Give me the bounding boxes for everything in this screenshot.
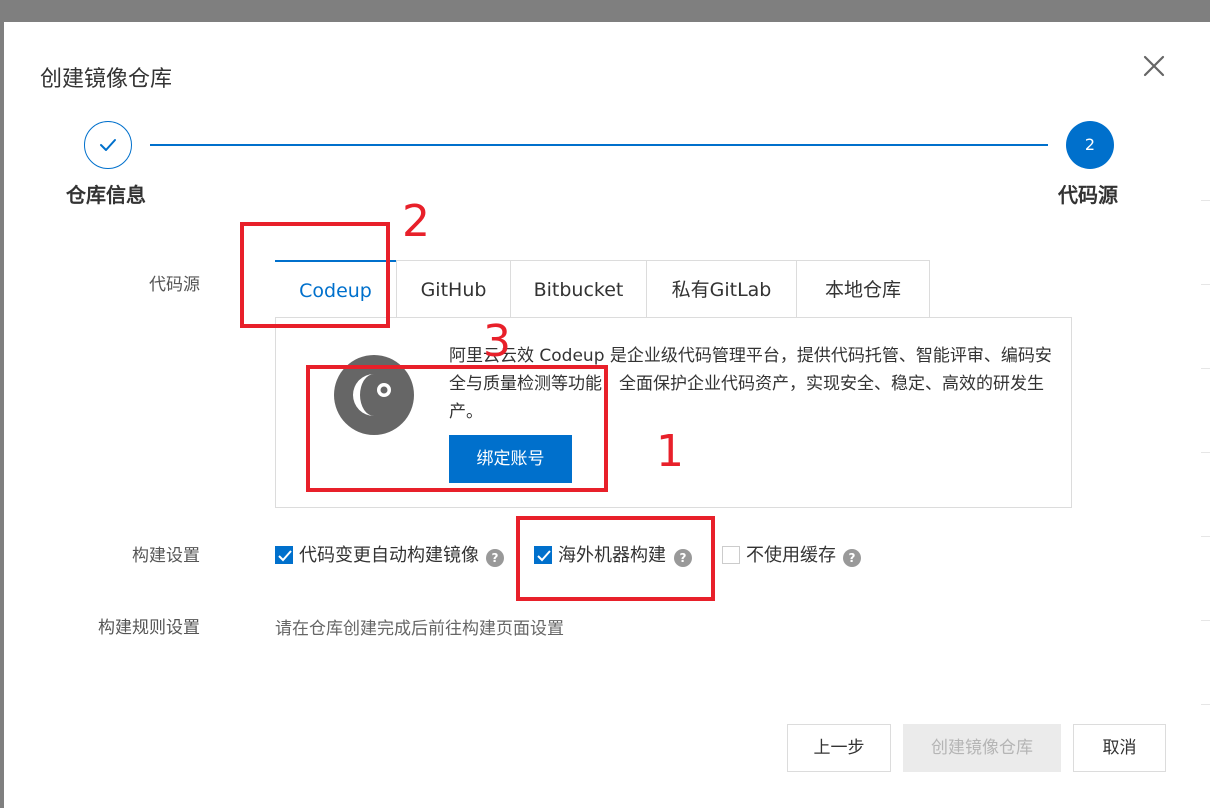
tab-local-repo[interactable]: 本地仓库: [796, 260, 930, 318]
annotation-number-2: 2: [402, 196, 430, 247]
tab-bitbucket[interactable]: Bitbucket: [510, 260, 647, 318]
check-icon: [100, 139, 116, 151]
auto-build-label: 代码变更自动构建镜像: [299, 545, 479, 566]
cancel-button[interactable]: 取消: [1073, 724, 1166, 772]
annotation-box-1: [516, 516, 715, 601]
annotation-box-2: [240, 222, 390, 328]
background-page: [1201, 22, 1210, 808]
annotation-number-3: 3: [483, 316, 511, 367]
create-repo-button[interactable]: 创建镜像仓库: [903, 724, 1061, 772]
tab-github[interactable]: GitHub: [396, 260, 511, 318]
auto-build-checkbox[interactable]: [275, 546, 293, 564]
help-icon[interactable]: ?: [486, 549, 504, 567]
help-icon[interactable]: ?: [843, 549, 861, 567]
annotation-number-1: 1: [656, 426, 684, 477]
build-rules-label: 构建规则设置: [98, 618, 200, 638]
step-1-label: 仓库信息: [66, 183, 146, 207]
no-cache-checkbox[interactable]: [722, 546, 740, 564]
source-label: 代码源: [149, 275, 200, 295]
check-icon: [278, 550, 292, 562]
tab-private-gitlab[interactable]: 私有GitLab: [646, 260, 797, 318]
prev-step-button[interactable]: 上一步: [787, 724, 891, 772]
build-settings-label: 构建设置: [132, 546, 200, 566]
dialog-title: 创建镜像仓库: [40, 67, 173, 92]
step-2-label: 代码源: [1058, 183, 1118, 207]
build-rules-text: 请在仓库创建完成后前往构建页面设置: [275, 619, 564, 639]
step-1-marker: [84, 121, 132, 169]
annotation-box-3: [306, 365, 608, 492]
step-2-marker: 2: [1066, 121, 1114, 169]
close-icon[interactable]: [1140, 52, 1168, 80]
stepper-progress-line: [150, 144, 1048, 146]
no-cache-label: 不使用缓存: [746, 545, 836, 566]
